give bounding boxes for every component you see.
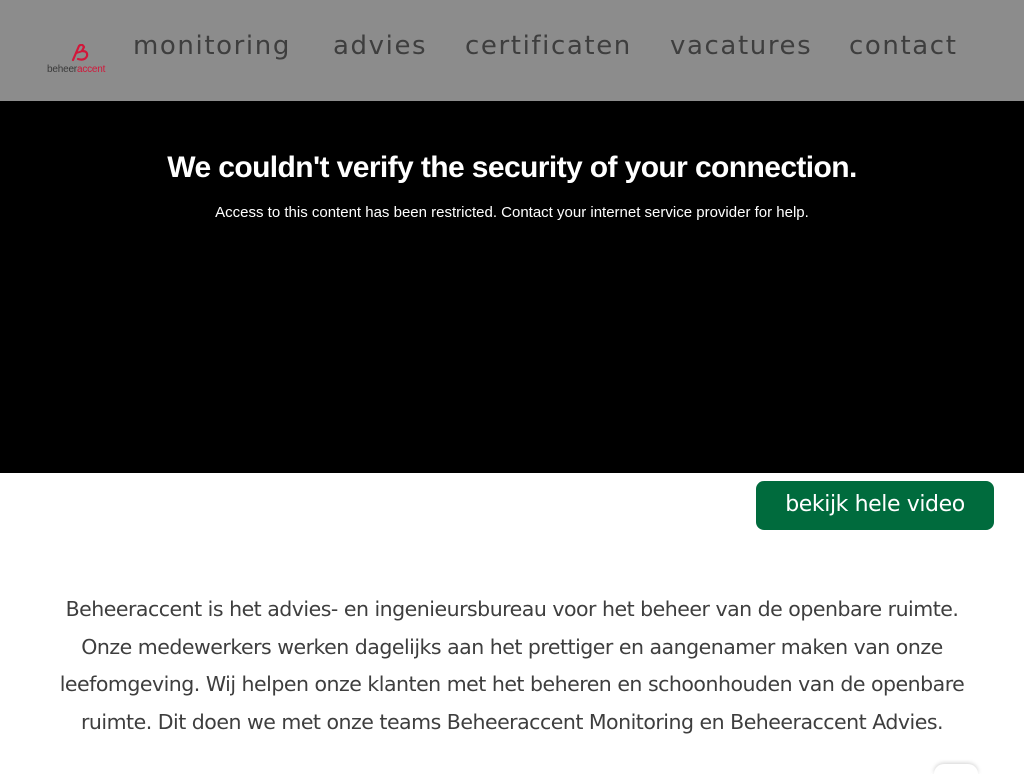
nav-item-advies[interactable]: advies xyxy=(333,28,427,64)
logo-wordmark-part1: beheer xyxy=(47,64,77,75)
intro-paragraph: Beheeraccent is het advies- en ingenieur… xyxy=(59,597,965,734)
nav-item-contact[interactable]: contact xyxy=(849,28,958,64)
scroll-to-top-button[interactable] xyxy=(934,764,978,774)
nav-item-monitoring[interactable]: monitoring xyxy=(133,28,291,64)
logo-icon xyxy=(71,44,89,62)
logo-wordmark-part2: accent xyxy=(76,64,106,75)
logo[interactable]: beheeraccent xyxy=(46,44,116,78)
video-error-message: Access to this content has been restrict… xyxy=(215,204,809,221)
site-header: beheeraccent monitoring advies certifica… xyxy=(0,0,1024,101)
nav-item-certificaten[interactable]: certificaten xyxy=(465,28,632,64)
watch-full-video-button[interactable]: bekijk hele video xyxy=(756,481,994,530)
video-error-title: We couldn't verify the security of your … xyxy=(167,151,857,184)
logo-wordmark: beheeraccent xyxy=(47,64,105,75)
video-player[interactable]: We couldn't verify the security of your … xyxy=(0,101,1024,473)
nav-item-vacatures[interactable]: vacatures xyxy=(670,28,812,64)
